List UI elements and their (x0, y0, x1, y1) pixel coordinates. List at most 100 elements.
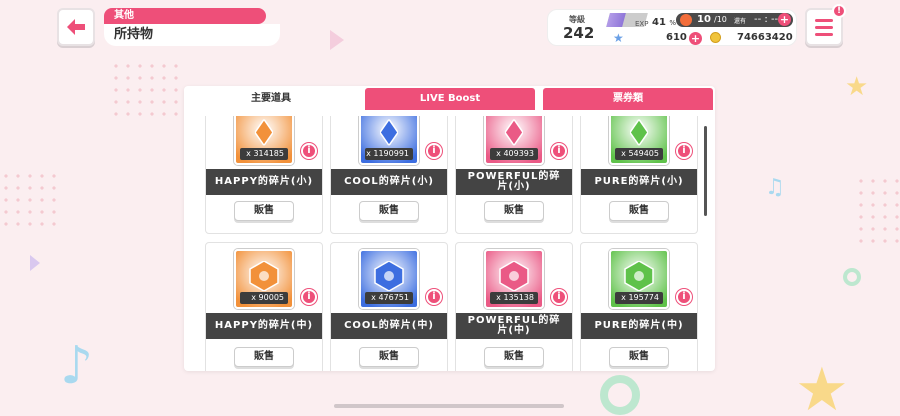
item-name: POWERFUL的碎片(中) (456, 313, 572, 339)
menu-icon-bar (815, 18, 833, 22)
lp-current: 10 (697, 14, 711, 25)
info-icon[interactable]: i (426, 289, 442, 305)
rank-value: 242 (563, 24, 595, 42)
ring-decoration (600, 375, 640, 415)
menu-icon-bar (815, 32, 833, 36)
exp-percent: 41 % (652, 17, 676, 28)
flame-icon (680, 14, 692, 26)
item-thumbnail[interactable]: x 1190991 (359, 116, 419, 165)
player-status: 等級 242 EXP 41 % 10 /10 還有 -- : -- + ★ 61… (547, 9, 797, 46)
item-card: x 476751 i COOL的碎片(中) 販售 (330, 242, 448, 371)
item-name: PURE的碎片(中) (581, 313, 697, 339)
item-quantity: x 1190991 (365, 148, 413, 160)
background-dots (110, 60, 180, 120)
breadcrumb-category: 其他 (104, 8, 266, 24)
star-gem-icon: ★ (613, 31, 624, 45)
star-decoration-icon: ★ (845, 72, 869, 102)
item-thumbnail[interactable]: x 549405 (609, 116, 669, 165)
live-points: 10 /10 還有 -- : -- (676, 13, 793, 27)
notification-badge: ! (832, 4, 846, 18)
exp-bar-fill (606, 13, 626, 27)
coin-count: 74663420 (737, 32, 793, 43)
item-card: x 195774 i PURE的碎片(中) 販售 (580, 242, 698, 371)
info-icon[interactable]: i (676, 289, 692, 305)
page-title: 所持物 (104, 24, 280, 46)
background-dots (0, 170, 60, 230)
shard-icon (380, 119, 398, 146)
sell-button[interactable]: 販售 (234, 201, 294, 221)
shard-icon (374, 261, 404, 291)
inventory-panel: 主要道具 LIVE Boost 票券類 x 314185 i HAPPY的碎片(小)… (184, 86, 715, 371)
sell-button[interactable]: 販售 (234, 347, 294, 367)
item-thumbnail[interactable]: x 90005 (234, 249, 294, 309)
item-name: HAPPY的碎片(小) (206, 169, 322, 195)
background-dots (855, 175, 900, 245)
add-star-gem-button[interactable]: + (689, 32, 702, 45)
star-gem-count: 610 (666, 32, 687, 43)
item-name: PURE的碎片(小) (581, 169, 697, 195)
info-icon[interactable]: i (551, 289, 567, 305)
item-card: x 90005 i HAPPY的碎片(中) 販售 (205, 242, 323, 371)
music-note-icon: ♫ (765, 175, 785, 200)
item-quantity: x 314185 (240, 148, 288, 160)
item-quantity: x 476751 (365, 292, 413, 304)
item-card: x 549405 i PURE的碎片(小) 販售 (580, 116, 698, 234)
home-indicator (334, 404, 564, 408)
sell-button[interactable]: 販售 (359, 347, 419, 367)
item-quantity: x 409393 (490, 148, 538, 160)
item-thumbnail[interactable]: x 195774 (609, 249, 669, 309)
info-icon[interactable]: i (301, 289, 317, 305)
item-card: x 1190991 i COOL的碎片(小) 販售 (330, 116, 448, 234)
item-thumbnail[interactable]: x 135138 (484, 249, 544, 309)
item-thumbnail[interactable]: x 409393 (484, 116, 544, 165)
info-icon[interactable]: i (551, 143, 567, 159)
item-card: x 314185 i HAPPY的碎片(小) 販售 (205, 116, 323, 234)
ring-decoration (843, 268, 861, 286)
item-card: x 409393 i POWERFUL的碎片(小) 販售 (455, 116, 573, 234)
exp-percent-value: 41 (652, 17, 666, 28)
scrollbar[interactable] (704, 126, 707, 216)
tab-main-items[interactable]: 主要道具 (186, 88, 356, 110)
shard-icon (624, 261, 654, 291)
back-button[interactable] (57, 8, 95, 46)
item-name: COOL的碎片(中) (331, 313, 447, 339)
sell-button[interactable]: 販售 (359, 201, 419, 221)
shard-icon (630, 119, 648, 146)
sell-button[interactable]: 販售 (484, 201, 544, 221)
sell-button[interactable]: 販售 (484, 347, 544, 367)
triangle-decoration (330, 30, 344, 50)
tab-tickets[interactable]: 票券類 (543, 88, 713, 110)
lp-recover-label: 還有 (734, 18, 747, 25)
tab-live-boost[interactable]: LIVE Boost (365, 88, 535, 110)
arrow-left-icon (67, 19, 85, 35)
item-thumbnail[interactable]: x 476751 (359, 249, 419, 309)
sell-button[interactable]: 販售 (609, 347, 669, 367)
info-icon[interactable]: i (676, 143, 692, 159)
item-name: POWERFUL的碎片(小) (456, 169, 572, 195)
lp-max: /10 (714, 15, 727, 24)
item-name: COOL的碎片(小) (331, 169, 447, 195)
item-quantity: x 549405 (615, 148, 663, 160)
item-quantity: x 135138 (490, 292, 538, 304)
info-icon[interactable]: i (426, 143, 442, 159)
item-grid: x 314185 i HAPPY的碎片(小) 販售 x 1190991 i COOL的碎片(… (184, 116, 704, 371)
item-quantity: x 90005 (240, 292, 288, 304)
shard-icon (255, 119, 273, 146)
triangle-decoration (30, 255, 40, 271)
item-card: x 135138 i POWERFUL的碎片(中) 販售 (455, 242, 573, 371)
star-decoration-icon: ★ (795, 355, 849, 416)
coin-icon (710, 32, 721, 43)
sell-button[interactable]: 販售 (609, 201, 669, 221)
breadcrumb: 其他 所持物 (104, 8, 280, 46)
item-name: HAPPY的碎片(中) (206, 313, 322, 339)
shard-icon (499, 261, 529, 291)
exp-label: EXP (635, 20, 649, 28)
lp-timer: -- : -- (754, 14, 779, 25)
info-icon[interactable]: i (301, 143, 317, 159)
item-thumbnail[interactable]: x 314185 (234, 116, 294, 165)
menu-icon-bar (815, 25, 833, 29)
music-note-icon: ♪ (60, 336, 94, 396)
shard-icon (505, 119, 523, 146)
shard-icon (249, 261, 279, 291)
add-lp-button[interactable]: + (778, 13, 791, 26)
